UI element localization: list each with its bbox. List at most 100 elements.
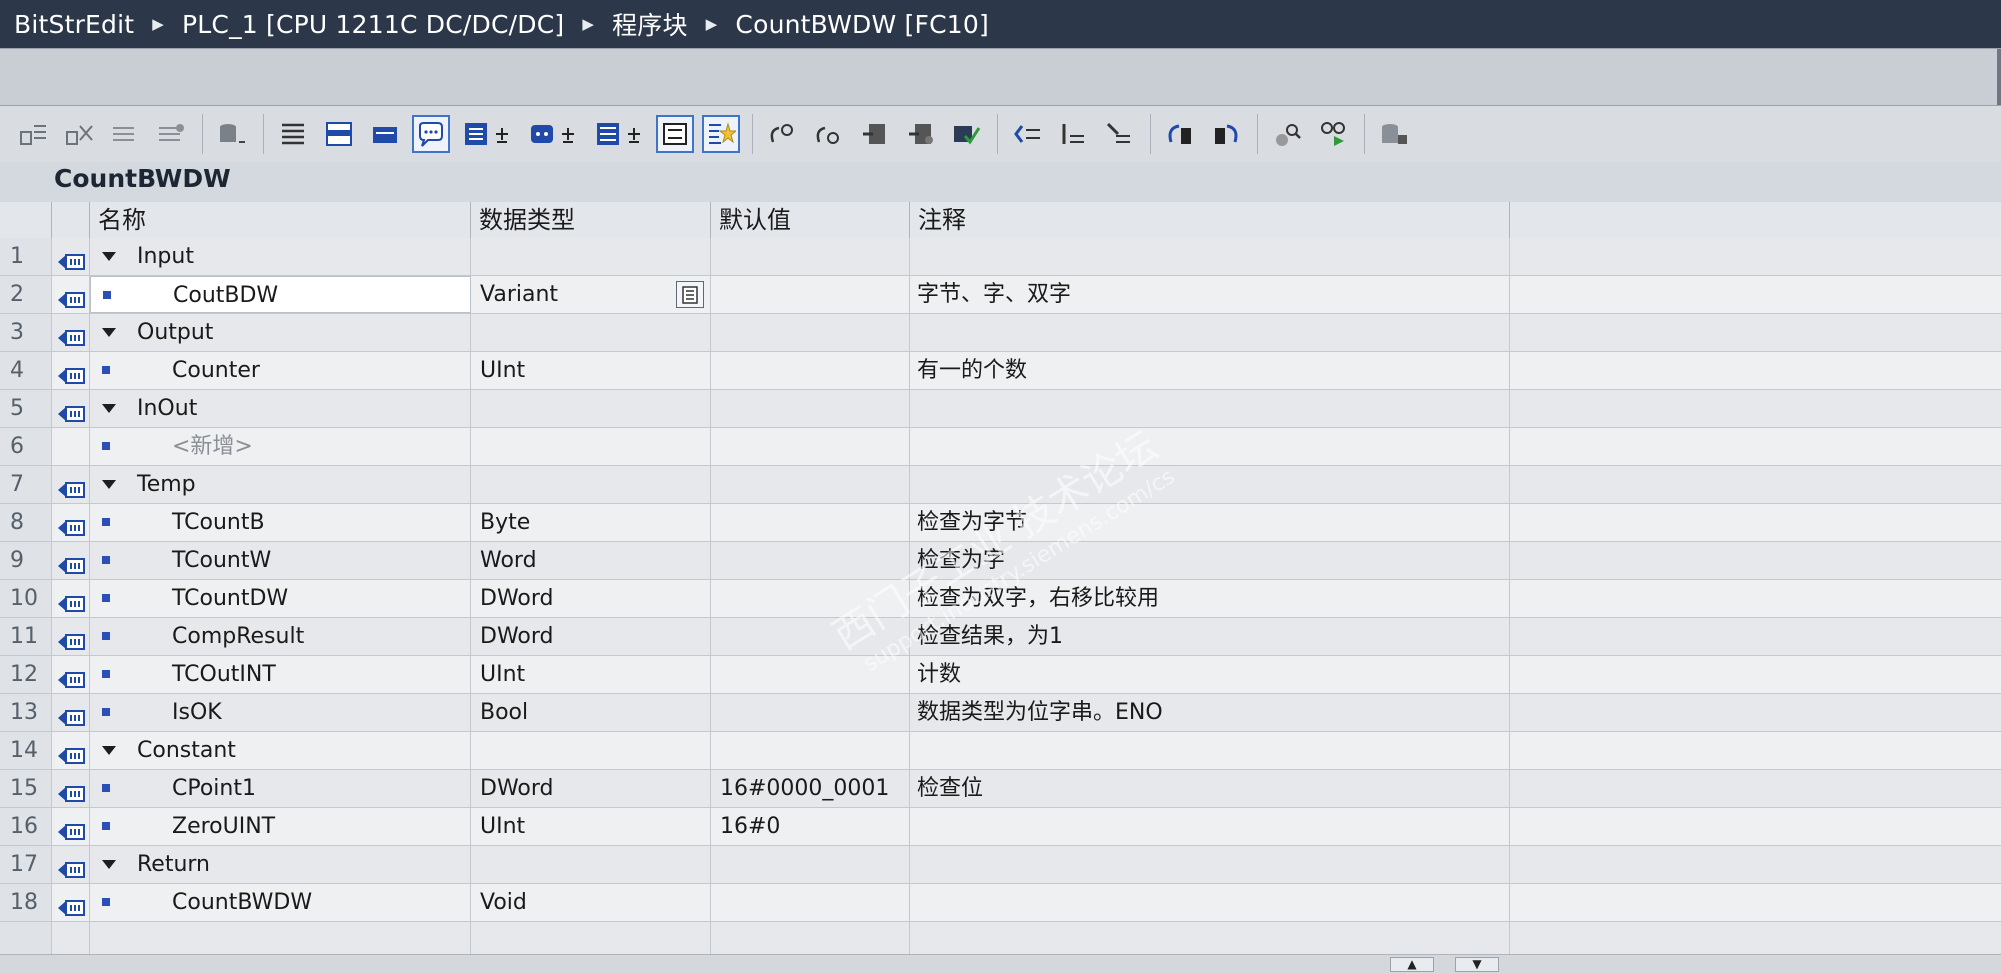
table-row[interactable]: 11 CompResult DWord 检查结果，为1 [0, 618, 2001, 656]
default-value-cell[interactable] [711, 694, 910, 731]
insert-row-icon[interactable] [14, 115, 52, 153]
data-type-cell[interactable]: Void [471, 884, 711, 921]
data-type-cell[interactable] [471, 314, 711, 351]
comment-cell[interactable] [910, 466, 1510, 503]
default-value-cell[interactable]: 16#0 [711, 808, 910, 845]
expand-triangle-icon[interactable] [102, 860, 116, 869]
comment-cell[interactable]: 检查位 [910, 770, 1510, 807]
comment-cell[interactable] [910, 428, 1510, 465]
comment-cell[interactable] [910, 884, 1510, 921]
table-row[interactable]: 8 TCountB Byte 检查为字节 [0, 504, 2001, 542]
header-default-value[interactable]: 默认值 [711, 202, 910, 238]
data-type-cell[interactable] [471, 846, 711, 883]
table-row[interactable]: 12 TCOutINT UInt 计数 [0, 656, 2001, 694]
collapse-all-icon[interactable] [366, 115, 404, 153]
settings-dropdown-icon[interactable] [524, 115, 582, 153]
table-row[interactable]: 16 ZeroUINT UInt 16#0 [0, 808, 2001, 846]
comment-icon[interactable] [412, 115, 450, 153]
add-branch-icon[interactable] [1054, 115, 1092, 153]
list-view-icon[interactable] [656, 115, 694, 153]
expand-triangle-icon[interactable] [102, 480, 116, 489]
name-cell[interactable]: <新增> [90, 428, 471, 465]
horizontal-scrollbar[interactable]: ▲ ▼ [0, 954, 2001, 974]
name-cell[interactable]: TCOutINT [90, 656, 471, 693]
scroll-down-icon[interactable]: ▼ [1455, 957, 1499, 972]
table-row[interactable]: 13 IsOK Bool 数据类型为位字串。ENO [0, 694, 2001, 732]
default-value-cell[interactable] [711, 732, 910, 769]
data-type-cell[interactable]: UInt [471, 656, 711, 693]
go-previous-icon[interactable] [1161, 115, 1199, 153]
data-type-cell[interactable]: Word [471, 542, 711, 579]
default-value-cell[interactable] [711, 238, 910, 275]
network-remove-icon[interactable] [809, 115, 847, 153]
data-type-cell[interactable]: DWord [471, 770, 711, 807]
name-cell[interactable]: TCountW [90, 542, 471, 579]
table-row[interactable]: 4 Counter UInt 有一的个数 [0, 352, 2001, 390]
name-cell[interactable]: Input [90, 238, 471, 275]
data-type-cell[interactable]: Variant [471, 276, 711, 313]
table-row[interactable]: 14 Constant [0, 732, 2001, 770]
type-browse-icon[interactable] [676, 281, 704, 308]
table-row[interactable]: 15 CPoint1 DWord 16#0000_0001 检查位 [0, 770, 2001, 808]
default-value-cell[interactable] [711, 504, 910, 541]
default-value-cell[interactable] [711, 466, 910, 503]
data-type-cell[interactable] [471, 732, 711, 769]
table-row[interactable]: 6 <新增> [0, 428, 2001, 466]
comment-cell[interactable]: 检查结果，为1 [910, 618, 1510, 655]
data-type-cell[interactable] [471, 466, 711, 503]
scroll-up-icon[interactable]: ▲ [1390, 957, 1434, 972]
header-name[interactable]: 名称 [90, 202, 471, 238]
close-block-icon[interactable] [901, 115, 939, 153]
table-row[interactable]: 5 InOut [0, 390, 2001, 428]
default-value-cell[interactable] [711, 656, 910, 693]
data-type-cell[interactable]: DWord [471, 618, 711, 655]
breadcrumb-project[interactable]: BitStrEdit [14, 10, 134, 39]
default-value-cell[interactable] [711, 390, 910, 427]
table-row[interactable]: 17 Return [0, 846, 2001, 884]
name-cell[interactable]: TCountDW [90, 580, 471, 617]
name-cell[interactable]: Constant [90, 732, 471, 769]
default-value-cell[interactable]: 16#0000_0001 [711, 770, 910, 807]
comment-cell[interactable]: 检查为字 [910, 542, 1510, 579]
data-type-cell[interactable]: Bool [471, 694, 711, 731]
name-cell[interactable]: CPoint1 [90, 770, 471, 807]
table-row[interactable]: 10 TCountDW DWord 检查为双字，右移比较用 [0, 580, 2001, 618]
comment-cell[interactable] [910, 846, 1510, 883]
database-icon[interactable] [213, 115, 251, 153]
comment-cell[interactable]: 字节、字、双字 [910, 276, 1510, 313]
favorites-icon[interactable] [702, 115, 740, 153]
data-type-cell[interactable] [471, 238, 711, 275]
comment-cell[interactable] [910, 808, 1510, 845]
name-cell[interactable]: CountBWDW [90, 884, 471, 921]
default-value-cell[interactable] [711, 884, 910, 921]
comment-cell[interactable]: 计数 [910, 656, 1510, 693]
insert-multi-icon[interactable] [106, 115, 144, 153]
expand-triangle-icon[interactable] [102, 328, 116, 337]
comment-cell[interactable] [910, 390, 1510, 427]
multi-instance-icon[interactable] [590, 115, 648, 153]
open-block-icon[interactable] [855, 115, 893, 153]
monitor-icon[interactable] [1268, 115, 1306, 153]
default-value-cell[interactable] [711, 352, 910, 389]
header-comment[interactable]: 注释 [910, 202, 1510, 238]
name-cell[interactable]: Output [90, 314, 471, 351]
table-row[interactable]: 2 CoutBDW Variant 字节、字、双字 [0, 276, 2001, 314]
default-value-cell[interactable] [711, 618, 910, 655]
table-row[interactable]: 18 CountBWDW Void [0, 884, 2001, 922]
expand-all-icon[interactable] [320, 115, 358, 153]
name-cell[interactable]: CompResult [90, 618, 471, 655]
open-branch-icon[interactable] [1100, 115, 1138, 153]
breadcrumb-program-blocks[interactable]: 程序块 [612, 6, 688, 42]
data-type-cell[interactable]: UInt [471, 808, 711, 845]
show-interface-icon[interactable] [458, 115, 516, 153]
comment-cell[interactable]: 有一的个数 [910, 352, 1510, 389]
default-value-cell[interactable] [711, 580, 910, 617]
header-data-type[interactable]: 数据类型 [471, 202, 711, 238]
expand-triangle-icon[interactable] [102, 746, 116, 755]
table-row[interactable]: 1 Input [0, 238, 2001, 276]
name-cell[interactable]: Counter [90, 352, 471, 389]
data-type-cell[interactable] [471, 390, 711, 427]
comment-cell[interactable]: 数据类型为位字串。ENO [910, 694, 1510, 731]
table-row[interactable]: 7 Temp [0, 466, 2001, 504]
default-value-cell[interactable] [711, 846, 910, 883]
